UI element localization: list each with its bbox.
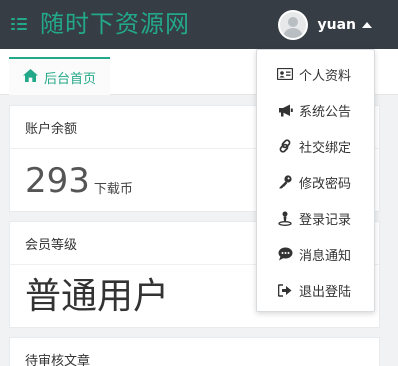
- megaphone-icon: [277, 102, 293, 118]
- top-navbar: 随时下资源网 yuan: [0, 0, 398, 49]
- tab-dashboard[interactable]: 后台首页: [9, 57, 111, 95]
- menu-item-logout[interactable]: 退出登陆: [257, 272, 374, 308]
- menu-item-profile[interactable]: 个人资料: [257, 56, 374, 92]
- site-brand[interactable]: 随时下资源网: [40, 8, 190, 40]
- menu-item-label: 修改密码: [299, 176, 352, 192]
- level-value: 普通用户: [25, 275, 170, 317]
- menu-toggle-icon[interactable]: [11, 16, 27, 32]
- menu-item-label: 系统公告: [299, 104, 352, 120]
- menu-item-label: 登录记录: [299, 212, 352, 228]
- username-label[interactable]: yuan: [317, 17, 356, 33]
- menu-item-announcements[interactable]: 系统公告: [257, 92, 374, 128]
- menu-item-login-history[interactable]: 登录记录: [257, 200, 374, 236]
- menu-item-change-password[interactable]: 修改密码: [257, 164, 374, 200]
- key-icon: [277, 174, 293, 190]
- menu-item-social-binding[interactable]: 社交绑定: [257, 128, 374, 164]
- sign-out-icon: [277, 282, 293, 298]
- chat-icon: [277, 246, 293, 262]
- user-dropdown-menu: 个人资料 系统公告 社交绑定 修改密码 登录记录 消息通知 退出登陆: [256, 49, 375, 312]
- balance-value: 293: [25, 160, 90, 201]
- menu-item-label: 退出登陆: [299, 284, 352, 300]
- link-icon: [277, 138, 293, 154]
- pending-card: 待审核文章: [9, 337, 380, 366]
- avatar[interactable]: [278, 9, 309, 40]
- menu-item-label: 个人资料: [299, 68, 352, 84]
- caret-up-icon[interactable]: [362, 21, 372, 28]
- user-menu-toggle[interactable]: yuan: [278, 0, 398, 49]
- menu-item-label: 消息通知: [299, 248, 352, 264]
- home-icon: [23, 68, 38, 86]
- location-icon: [277, 210, 293, 226]
- balance-unit: 下载币: [93, 182, 133, 197]
- menu-item-notifications[interactable]: 消息通知: [257, 236, 374, 272]
- tab-label: 后台首页: [44, 71, 97, 87]
- id-card-icon: [277, 66, 293, 82]
- pending-card-title: 待审核文章: [10, 338, 379, 366]
- menu-item-label: 社交绑定: [299, 140, 352, 156]
